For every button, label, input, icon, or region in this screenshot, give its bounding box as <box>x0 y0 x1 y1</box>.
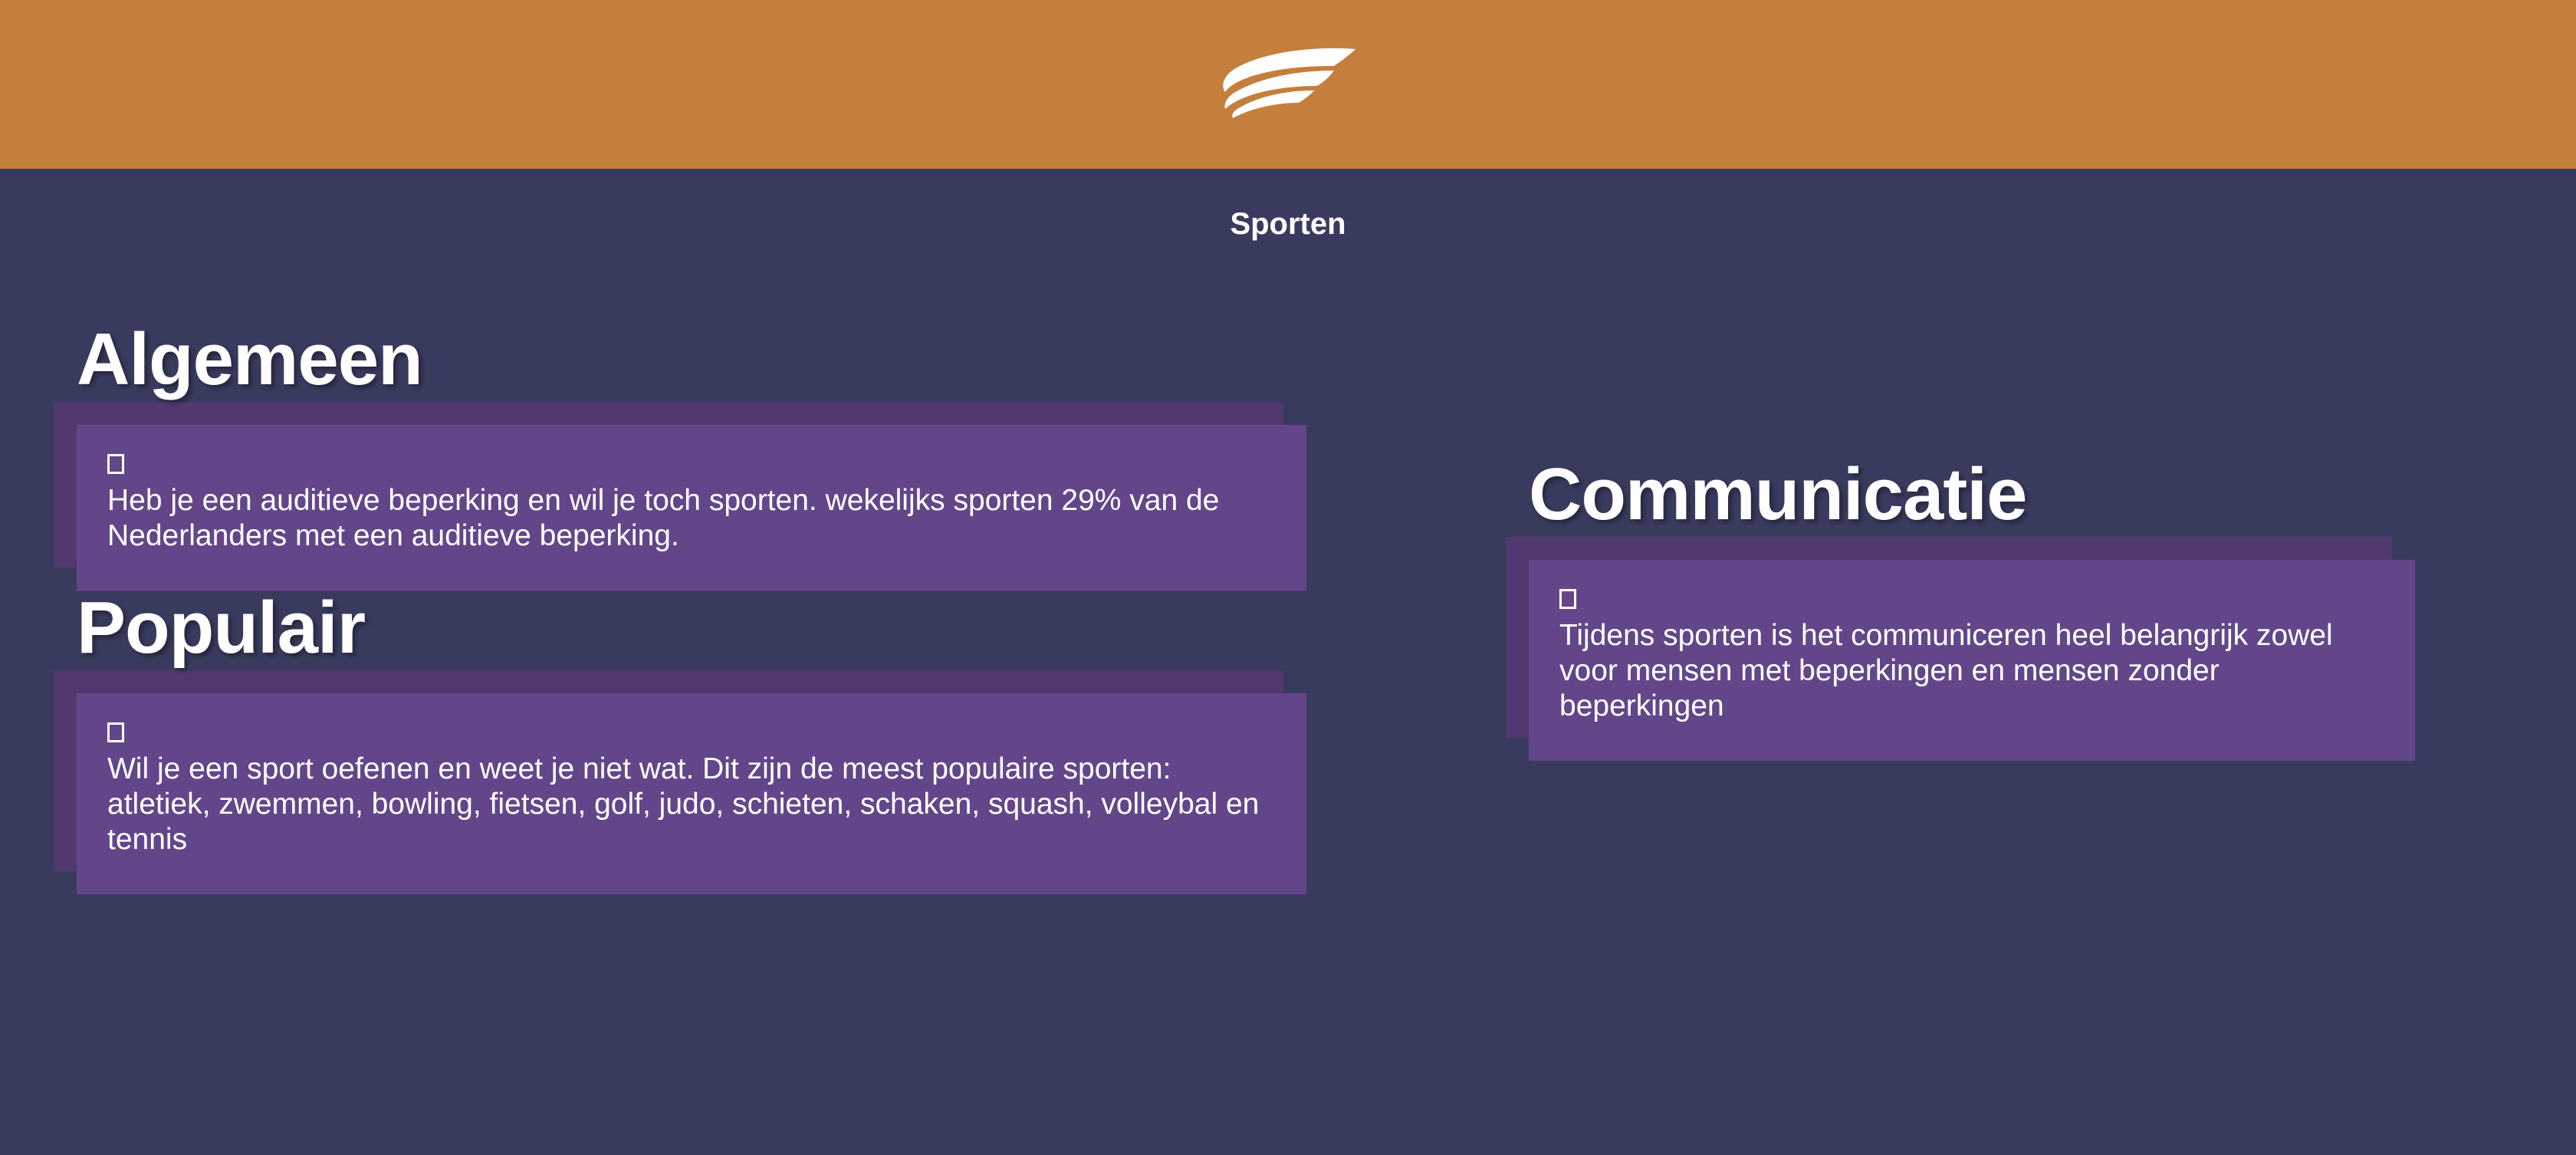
section-title-communicatie: Communicatie <box>1529 453 2027 535</box>
nav-link-sporten[interactable]: Sporten <box>0 206 2576 242</box>
card-text-algemeen: Heb je een auditieve beperking en wil je… <box>107 484 1220 552</box>
card-text-communicatie: Tijdens sporten is het communiceren heel… <box>1559 619 2333 722</box>
section-title-populair: Populair <box>77 587 366 669</box>
section-communicatie: Communicatie Tijdens sporten is het comm… <box>1506 452 2415 761</box>
broken-image-icon <box>1559 589 1576 609</box>
broken-image-icon <box>107 722 124 742</box>
section-title-algemeen: Algemeen <box>77 318 423 400</box>
card-communicatie: Tijdens sporten is het communiceren heel… <box>1529 560 2415 761</box>
card-communicatie-wrap: Tijdens sporten is het communiceren heel… <box>1506 537 2415 761</box>
site-header <box>0 0 2576 169</box>
card-text-populair: Wil je een sport oefenen en weet je niet… <box>107 752 1260 856</box>
section-algemeen: Algemeen Heb je een auditieve beperking … <box>54 318 1306 591</box>
card-populair-wrap: Wil je een sport oefenen en weet je niet… <box>54 670 1306 894</box>
card-algemeen-wrap: Heb je een auditieve beperking en wil je… <box>54 402 1306 591</box>
wing-logo-icon[interactable] <box>1219 48 1357 118</box>
section-populair: Populair Wil je een sport oefenen en wee… <box>54 586 1306 894</box>
card-algemeen: Heb je een auditieve beperking en wil je… <box>77 425 1306 591</box>
card-populair: Wil je een sport oefenen en weet je niet… <box>77 693 1306 894</box>
broken-image-icon <box>107 454 124 474</box>
